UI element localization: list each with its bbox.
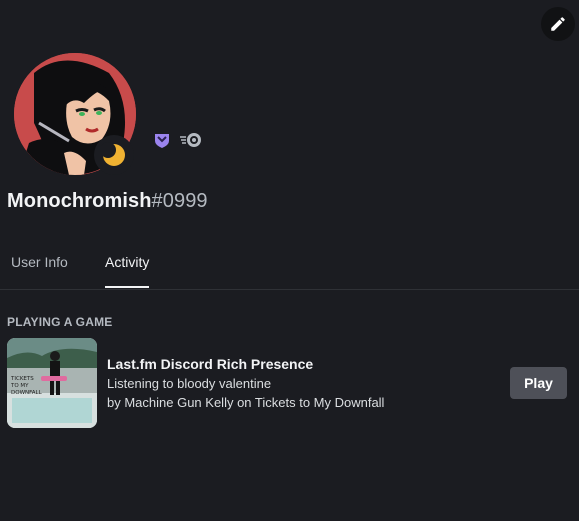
svg-text:DOWNFALL: DOWNFALL — [11, 390, 43, 396]
idle-moon-icon — [101, 142, 125, 166]
activity-section-title: PLAYING A GAME — [7, 315, 113, 329]
activity-details: Listening to bloody valentine — [107, 376, 272, 391]
edit-profile-button[interactable] — [541, 7, 575, 41]
username-discriminator: #0999 — [151, 190, 208, 212]
status-indicator — [94, 135, 134, 175]
pencil-icon — [551, 17, 565, 31]
tab-activity[interactable]: Activity — [105, 254, 150, 288]
play-button[interactable]: Play — [510, 367, 567, 399]
nitro-boost-icon[interactable] — [179, 131, 203, 149]
album-art: TICKETS TO MY DOWNFALL — [7, 338, 97, 428]
badge-list — [153, 131, 203, 149]
svg-text:TO MY: TO MY — [10, 383, 29, 389]
username-name: Monochromish — [7, 190, 152, 212]
activity-name: Last.fm Discord Rich Presence — [107, 356, 314, 372]
username: Monochromish#0999 — [7, 190, 208, 213]
activity-state: by Machine Gun Kelly on Tickets to My Do… — [107, 395, 385, 410]
hypesquad-icon[interactable] — [153, 131, 171, 149]
tab-user-info[interactable]: User Info — [11, 254, 68, 288]
album-art-text: TICKETS — [10, 376, 34, 382]
profile-tabs: User Info Activity — [0, 244, 579, 290]
